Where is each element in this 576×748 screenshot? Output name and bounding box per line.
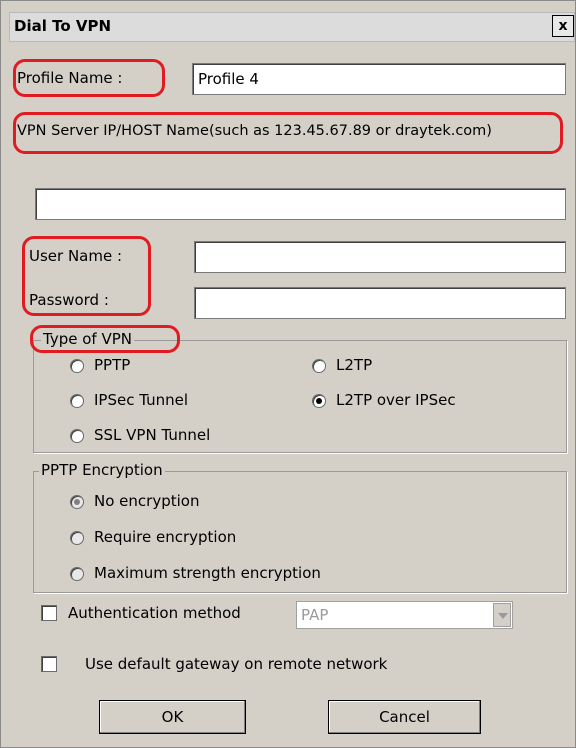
option-pptp-label: PPTP — [94, 356, 131, 374]
option-l2tp-over-ipsec-label: L2TP over IPSec — [336, 391, 456, 409]
option-no-encryption-label: No encryption — [94, 492, 200, 510]
title-bar: Dial To VPN x — [9, 12, 575, 42]
vpn-server-label: VPN Server IP/HOST Name(such as 123.45.6… — [17, 123, 492, 139]
radio-selected-dot — [74, 499, 80, 505]
radio-selected-dot — [316, 398, 322, 404]
chevron-down-icon — [493, 603, 511, 627]
username-label: User Name : — [29, 247, 123, 265]
radio-ipsec-tunnel[interactable] — [70, 394, 84, 408]
option-l2tp-label: L2TP — [336, 356, 373, 374]
radio-no-encryption — [70, 495, 84, 509]
option-ipsec-tunnel-label: IPSec Tunnel — [94, 391, 189, 409]
window-title: Dial To VPN — [14, 17, 112, 35]
close-icon[interactable]: x — [552, 15, 574, 37]
option-maximum-encryption-label: Maximum strength encryption — [94, 564, 321, 582]
option-ssl-vpn-tunnel-label: SSL VPN Tunnel — [94, 426, 211, 444]
default-gateway-label: Use default gateway on remote network — [85, 655, 388, 673]
radio-l2tp[interactable] — [312, 359, 326, 373]
radio-l2tp-over-ipsec[interactable] — [312, 394, 326, 408]
auth-method-checkbox[interactable] — [41, 605, 57, 621]
profile-name-label: Profile Name : — [17, 69, 123, 87]
radio-pptp[interactable] — [70, 359, 84, 373]
cancel-button[interactable]: Cancel — [328, 700, 481, 734]
dial-to-vpn-dialog: Dial To VPN x Profile Name : Profile 4 V… — [0, 0, 576, 748]
auth-method-select: PAP — [296, 601, 513, 629]
radio-maximum-encryption — [70, 567, 84, 581]
pptp-encryption-legend: PPTP Encryption — [39, 461, 165, 479]
vpn-type-legend: Type of VPN — [41, 330, 134, 348]
profile-name-value: Profile 4 — [198, 70, 259, 88]
username-input[interactable] — [194, 241, 566, 273]
default-gateway-checkbox[interactable] — [41, 656, 57, 672]
radio-ssl-vpn-tunnel[interactable] — [70, 429, 84, 443]
auth-method-select-value: PAP — [301, 606, 329, 624]
profile-name-input[interactable]: Profile 4 — [192, 63, 566, 95]
password-input[interactable] — [194, 287, 566, 319]
password-label: Password : — [29, 291, 109, 309]
vpn-server-input[interactable] — [35, 188, 566, 220]
radio-require-encryption — [70, 531, 84, 545]
auth-method-label: Authentication method — [68, 604, 241, 622]
ok-button[interactable]: OK — [99, 700, 246, 734]
option-require-encryption-label: Require encryption — [94, 528, 237, 546]
